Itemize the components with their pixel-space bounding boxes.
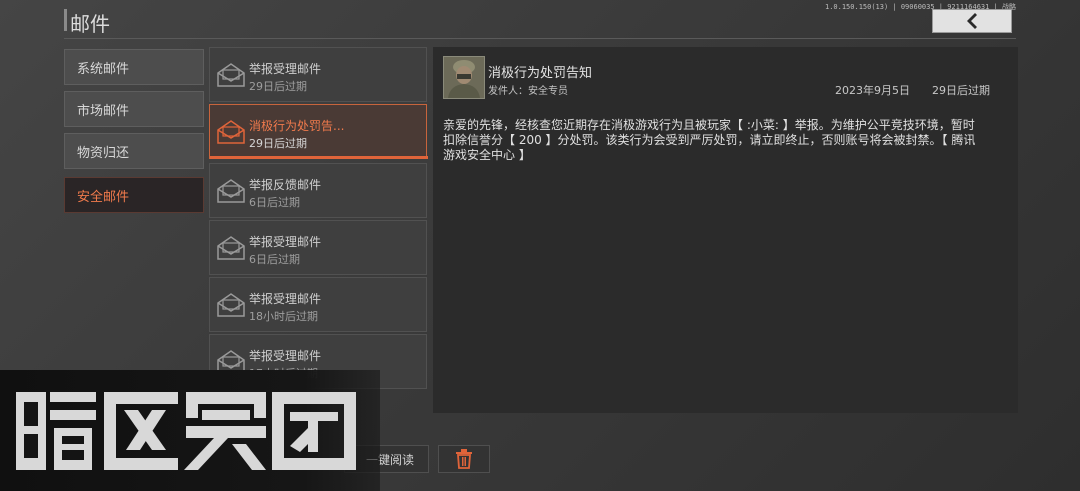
mail-expiry: 18小时后过期 [249,310,318,323]
category-supply-return[interactable]: 物资归还 [64,133,204,169]
mail-detail-panel: 消极行为处罚告知 发件人：安全专员 2023年9月5日 29日后过期 亲爱的先锋… [433,47,1018,413]
category-market-mail[interactable]: 市场邮件 [64,91,204,127]
mail-list-item[interactable]: 举报受理邮件 6日后过期 [209,220,427,275]
envelope-icon [217,179,245,203]
mail-title: 举报受理邮件 [249,235,322,249]
envelope-icon [217,293,245,317]
header-divider [64,38,1016,39]
mail-sender: 发件人：安全专员 [488,86,568,97]
mail-list: 举报受理邮件 29日后过期 消极行为处罚告... 29日后过期 举报反馈邮件 6… [209,47,429,392]
mail-title: 举报受理邮件 [249,349,322,363]
page-title: 邮件 [70,12,110,36]
mail-list-item[interactable]: 举报受理邮件 29日后过期 [209,47,427,102]
sender-avatar [443,56,485,99]
mail-expiry: 29日后过期 [249,137,307,150]
mail-expiry: 6日后过期 [249,196,300,209]
category-system-mail[interactable]: 系统邮件 [64,49,204,85]
mail-title: 举报受理邮件 [249,62,322,76]
mail-title: 举报反馈邮件 [249,178,322,192]
mail-expiry: 6日后过期 [249,253,300,266]
chevron-left-icon [967,13,977,29]
game-logo [16,392,356,470]
mail-date: 2023年9月5日 [835,84,910,97]
back-button[interactable] [932,9,1012,33]
mail-title: 举报受理邮件 [249,292,322,306]
title-accent-bar [64,9,67,31]
mail-expiry: 29日后过期 [249,80,307,93]
envelope-icon [217,236,245,260]
mail-list-item[interactable]: 举报受理邮件 18小时后过期 [209,277,427,332]
trash-icon [456,449,472,469]
mail-detail-title: 消极行为处罚告知 [488,66,593,81]
game-logo-watermark [0,370,380,491]
category-security-mail[interactable]: 安全邮件 [64,177,204,213]
top-bar: 邮件 1.0.150.150(13) | 09060035 | 92111646… [0,0,1080,40]
mail-list-item[interactable]: 举报反馈邮件 6日后过期 [209,163,427,218]
mail-title: 消极行为处罚告... [249,119,345,133]
mail-body: 亲爱的先锋，经核查您近期存在消极游戏行为且被玩家【 :小菜: 】举报。为维护公平… [443,118,976,162]
mail-list-item-selected[interactable]: 消极行为处罚告... 29日后过期 [209,104,428,159]
mail-expiry-detail: 29日后过期 [932,84,990,97]
envelope-icon [217,120,245,144]
envelope-icon [217,63,245,87]
delete-button[interactable] [438,445,490,473]
